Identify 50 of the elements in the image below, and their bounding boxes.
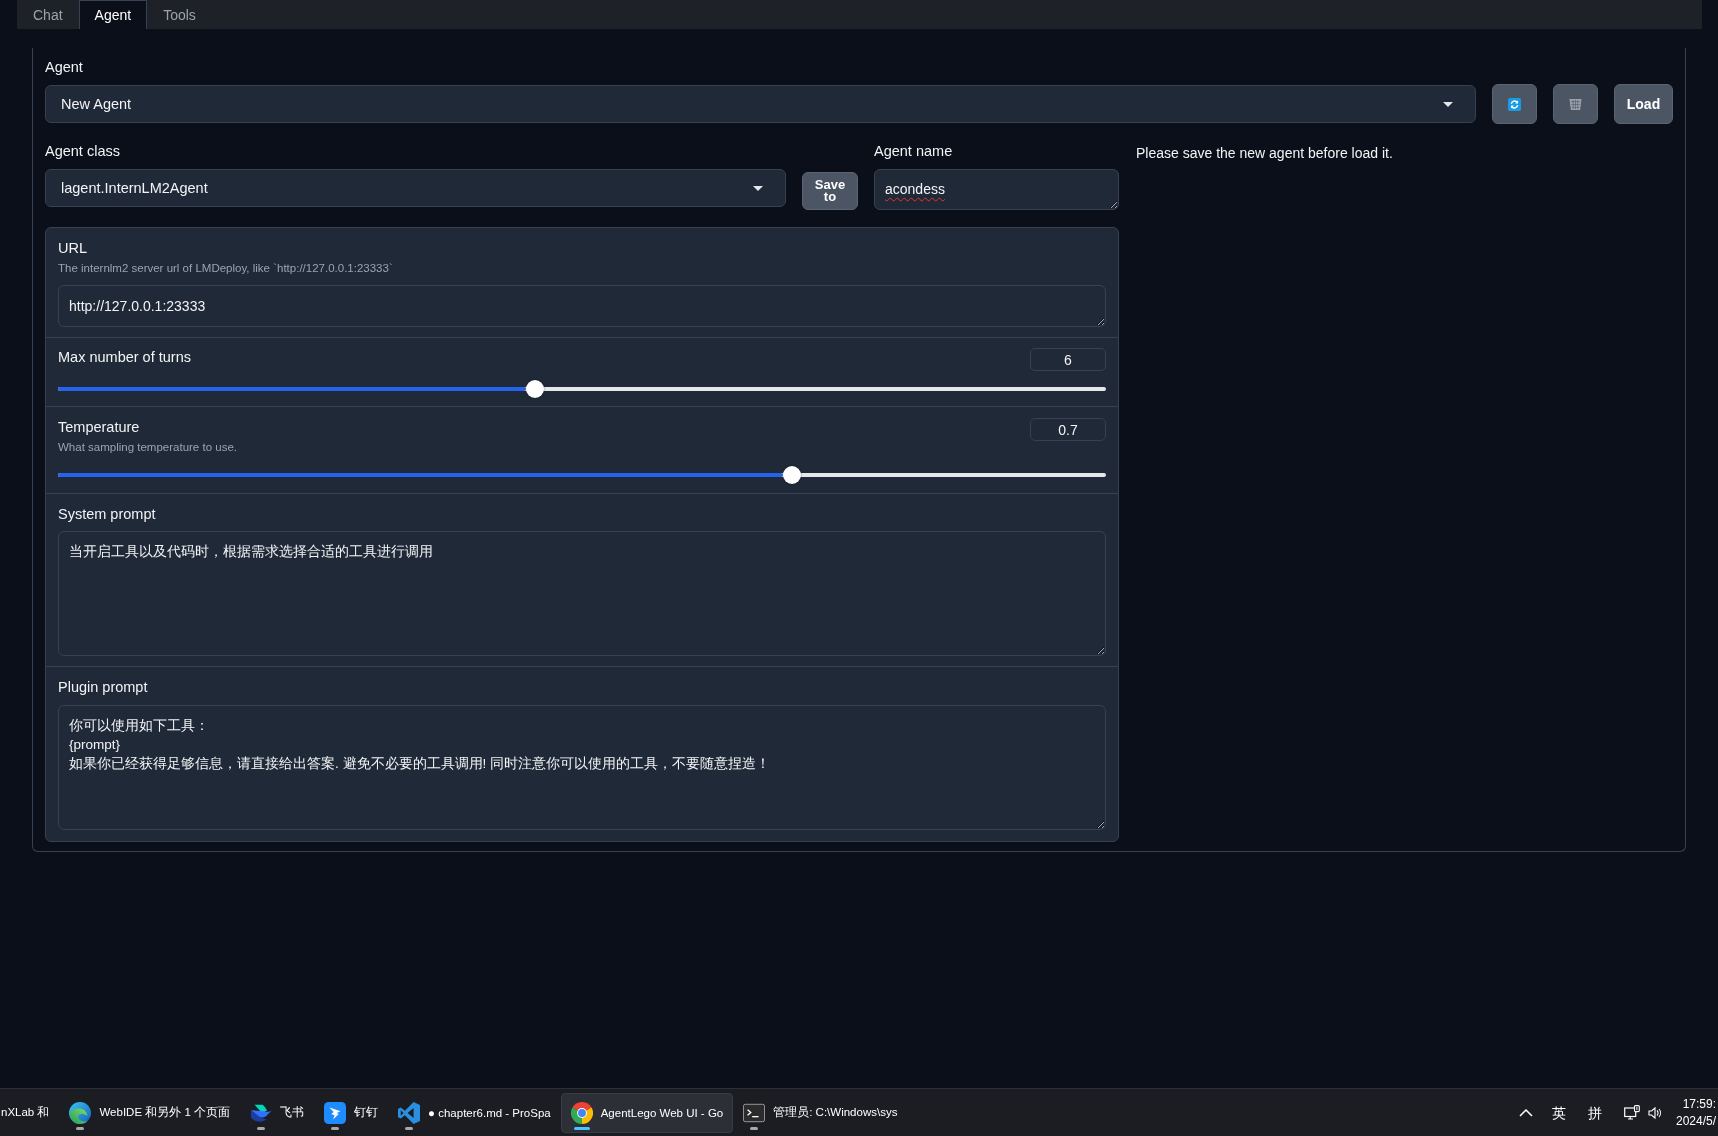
taskbar-item[interactable]: nXLab 和 xyxy=(0,1092,60,1133)
agent-name-field[interactable]: acondess xyxy=(874,169,1119,210)
monitor-icon[interactable] xyxy=(1623,1104,1640,1121)
app-tile-icon xyxy=(324,1101,347,1124)
taskbar-item[interactable]: WebIDE 和另外 1 个页面 xyxy=(59,1092,241,1133)
color-wheel-icon xyxy=(570,1101,593,1124)
number-field[interactable]: 6 xyxy=(1030,348,1106,371)
status-message: Please save the new agent before load it. xyxy=(1136,144,1394,163)
tab[interactable]: Tools xyxy=(147,0,212,29)
field-label: URL xyxy=(58,239,88,258)
slider-thumb[interactable] xyxy=(525,380,544,398)
field-description: What sampling temperature to use. xyxy=(58,440,237,455)
field-label: System prompt xyxy=(58,505,157,524)
field-label: Temperature xyxy=(58,418,141,437)
tab[interactable]: Agent xyxy=(78,0,148,29)
field-label: Plugin prompt xyxy=(58,678,149,697)
taskbar-item[interactable]: 飞书 xyxy=(240,1092,315,1133)
field-label: Agent class xyxy=(45,142,121,161)
field-description: The internlm2 server url of LMDeploy, like `http://127.0.0.1:23333` xyxy=(58,261,394,276)
taskbar-item[interactable]: 管理员: C:\Windows\sys xyxy=(733,1092,908,1133)
input-mode-button[interactable]: 拼 xyxy=(1587,1104,1602,1121)
prompt-textarea[interactable]: 你可以使用如下工具： {prompt} 如果你已经获得足够信息，请直接给出答案. 避免不必要的工具调用! 同时注意你可以使用的工具，不要随意捏造！ xyxy=(58,705,1106,830)
number-field[interactable]: 0.7 xyxy=(1030,418,1106,441)
terminal-icon xyxy=(743,1101,766,1124)
field-label: Max number of turns xyxy=(58,348,191,367)
chevron-up-icon[interactable] xyxy=(1518,1108,1533,1117)
clock-button[interactable]: 17:59: 2024/5/ xyxy=(1675,1095,1716,1130)
field-label: Agent xyxy=(45,58,84,77)
agent-class-dropdown[interactable]: lagent.InternLM2Agent xyxy=(45,169,786,207)
swirl-icon xyxy=(69,1101,92,1124)
speaker-icon[interactable] xyxy=(1647,1105,1662,1120)
text-field[interactable]: http://127.0.0.1:23333 xyxy=(58,285,1106,327)
caret-icon xyxy=(753,185,763,191)
prompt-textarea[interactable]: 当开启工具以及代码时，根据需求选择合适的工具进行调用 xyxy=(58,531,1106,656)
taskbar-item[interactable]: 钉钉 xyxy=(314,1092,389,1133)
slider-thumb[interactable] xyxy=(782,466,801,484)
trash-icon xyxy=(1569,97,1582,111)
refresh-icon xyxy=(1508,97,1521,111)
save-button[interactable]: Save to xyxy=(802,172,858,210)
taskbar-item[interactable]: ● chapter6.md - ProSpa xyxy=(388,1092,561,1133)
field-label: Agent name xyxy=(874,142,954,161)
delete-button[interactable] xyxy=(1553,84,1598,124)
tab[interactable]: Chat xyxy=(17,0,79,29)
input-language-button[interactable]: 英 xyxy=(1551,1104,1566,1121)
refresh-button[interactable] xyxy=(1492,84,1537,124)
taskbar-item[interactable]: AgentLego Web UI - Go xyxy=(560,1092,734,1133)
caret-icon xyxy=(1443,101,1453,107)
load-button[interactable]: Load xyxy=(1614,84,1673,124)
code-editor-icon xyxy=(398,1101,421,1124)
agent-dropdown[interactable]: New Agent xyxy=(45,85,1476,123)
